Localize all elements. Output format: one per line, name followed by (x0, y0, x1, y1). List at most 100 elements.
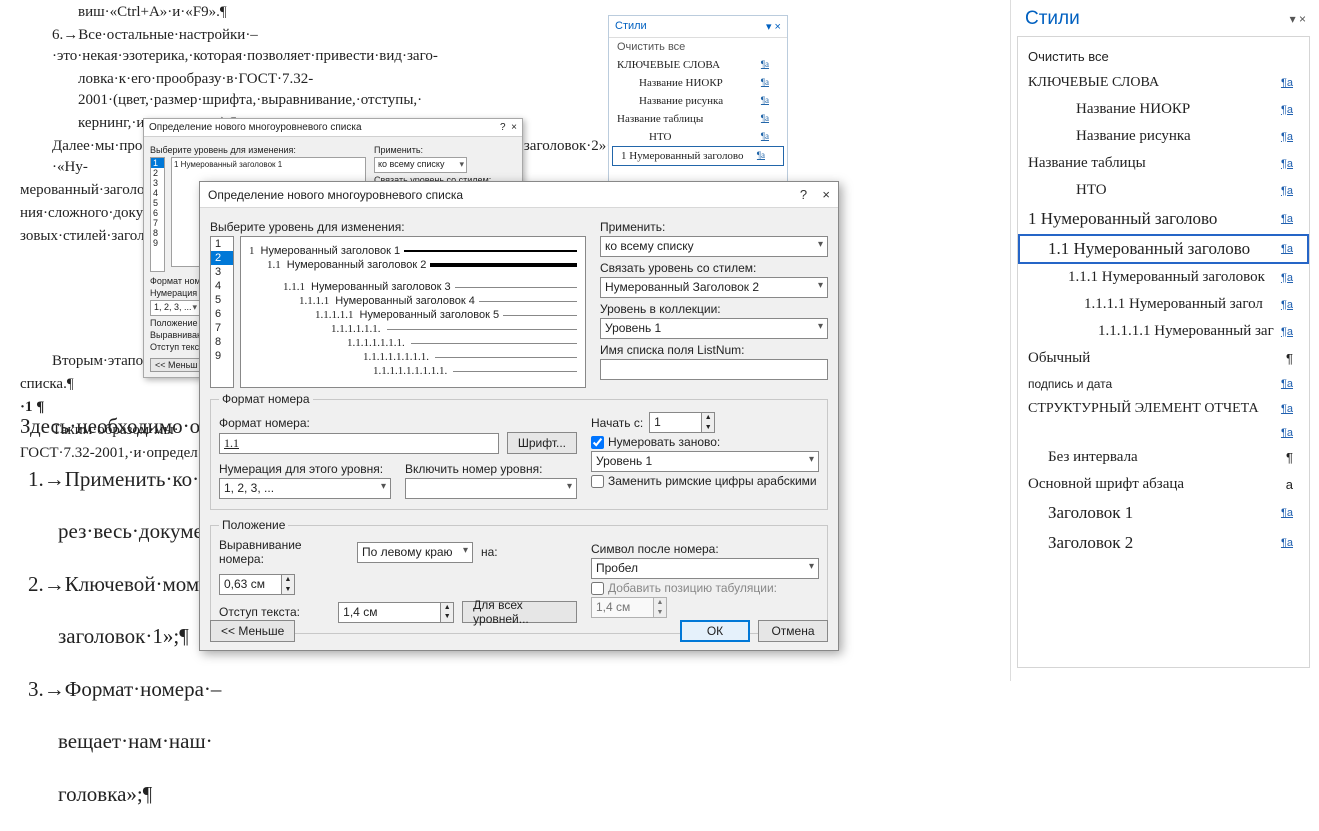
spin-down-icon[interactable]: ▼ (282, 585, 294, 595)
styles-pane-title: Стили (615, 20, 647, 33)
level-label: Выберите уровень для изменения: (210, 220, 586, 234)
link-label: Связать уровень со стилем: (600, 261, 828, 275)
indent-label: Отступ текста: (219, 605, 330, 619)
less-button[interactable]: << Меньше (210, 620, 295, 642)
spin-down-icon[interactable]: ▼ (702, 423, 714, 433)
num-style-label: Нумерация для этого уровня: (219, 462, 391, 476)
doc-line: 2.→Ключевой·момен (28, 569, 221, 601)
style-item[interactable]: Обычный¶ (1018, 345, 1309, 372)
at-spinner[interactable]: 0,63 см▲▼ (219, 574, 295, 595)
close-icon[interactable]: × (511, 122, 517, 133)
align-label: Выравнивание номера: (219, 538, 349, 566)
tab-position-spinner: 1,4 см▲▼ (591, 597, 819, 618)
doc-line: ловка·к·его·прообразу·в·ГОСТ·7.32-2001·(… (78, 69, 540, 111)
num-style-dropdown[interactable]: 1, 2, 3, ... (219, 478, 391, 499)
less-button[interactable]: << Меньш (150, 358, 203, 372)
style-item[interactable]: Название таблицы¶a (609, 110, 787, 128)
style-item[interactable]: 1.1.1.1.1 Нумерованный заг¶a (1018, 318, 1309, 345)
help-icon[interactable]: ? (500, 122, 506, 133)
restart-checkbox[interactable]: Нумеровать заново: (591, 435, 819, 449)
doc-line: заголовок·1»;¶ (58, 621, 221, 653)
style-item[interactable]: Название рисунка¶a (1018, 123, 1309, 150)
spin-up-icon[interactable]: ▲ (702, 413, 714, 423)
start-spinner[interactable]: 1▲▼ (649, 412, 715, 433)
dialog-titlebar[interactable]: Определение нового многоуровневого списк… (200, 182, 838, 208)
spin-down-icon: ▼ (654, 608, 666, 618)
number-format-group: Формат номера Формат номера: 1.1 Шрифт..… (210, 392, 828, 510)
style-item[interactable]: подпись и дата¶a (1018, 372, 1309, 396)
apply-dropdown[interactable]: ко всему списку (600, 236, 828, 257)
ok-button[interactable]: ОК (680, 620, 750, 642)
at-label: на: (481, 545, 498, 559)
apply-dropdown[interactable]: ко всему списку (374, 157, 467, 173)
position-group: Положение Выравнивание номера: По левому… (210, 518, 828, 634)
styles-pane-header: Стили ▾ × (609, 16, 787, 38)
dialog-title: Определение нового многоуровневого списк… (208, 188, 463, 202)
spin-up-icon[interactable]: ▲ (441, 603, 453, 613)
dialog-title: Определение нового многоуровневого списк… (149, 122, 362, 133)
level-list[interactable]: 1 2 3 4 5 6 7 8 9 (210, 236, 234, 388)
styles-task-pane: Стили ▾ × Очистить все КЛЮЧЕВЫЕ СЛОВА¶aН… (1010, 0, 1316, 681)
number-format-legend: Формат номера (219, 392, 313, 406)
clear-all-link[interactable]: Очистить все (609, 38, 787, 56)
styles-pane-controls[interactable]: ▾ × (1290, 12, 1306, 26)
style-item[interactable]: 1.1.1 Нумерованный заголовок¶a (1018, 264, 1309, 291)
style-item[interactable]: ¶a (1018, 422, 1309, 444)
help-icon[interactable]: ? (800, 187, 807, 202)
multilevel-list-dialog: Определение нового многоуровневого списк… (199, 181, 839, 651)
close-icon[interactable]: × (822, 187, 830, 202)
style-item[interactable]: Без интервала¶ (1018, 444, 1309, 471)
doc-line: 3.→Формат·номера·– (28, 674, 221, 706)
style-item[interactable]: 1.1 Нумерованный заголово¶a (1018, 234, 1309, 264)
include-level-dropdown[interactable] (405, 478, 577, 499)
font-button[interactable]: Шрифт... (507, 432, 577, 454)
style-item-selected[interactable]: 1 Нумерованный заголово¶a (612, 146, 784, 166)
tab-position-checkbox[interactable]: Добавить позицию табуляции: (591, 581, 819, 595)
style-item[interactable]: 1.1.1.1 Нумерованный загол¶a (1018, 291, 1309, 318)
style-item[interactable]: Заголовок 1¶a (1018, 498, 1309, 528)
style-item[interactable]: КЛЮЧЕВЫЕ СЛОВА¶a (1018, 70, 1309, 96)
level-list[interactable]: 123456789 (150, 157, 165, 272)
listnum-input[interactable] (600, 359, 828, 380)
after-symbol-label: Символ после номера: (591, 542, 819, 556)
doc-line: вещает·нам·наш· (58, 726, 221, 758)
roman-arabic-checkbox[interactable]: Заменить римские цифры арабскими (591, 474, 819, 488)
style-item[interactable]: СТРУКТУРНЫЙ ЭЛЕМЕНТ ОТЧЕТА¶a (1018, 396, 1309, 422)
style-item[interactable]: Название рисунка¶a (609, 92, 787, 110)
apply-label: Применить: (600, 220, 828, 234)
style-item[interactable]: КЛЮЧЕВЫЕ СЛОВА¶a (609, 56, 787, 74)
link-style-dropdown[interactable]: Нумерованный Заголовок 2 (600, 277, 828, 298)
gallery-level-dropdown[interactable]: Уровень 1 (600, 318, 828, 339)
level-preview: 1Нумерованный заголовок 1 1.1Нумерованны… (240, 236, 586, 388)
restart-level-dropdown[interactable]: Уровень 1 (591, 451, 819, 472)
style-item[interactable]: 1 Нумерованный заголово¶a (1018, 204, 1309, 234)
after-symbol-dropdown[interactable]: Пробел (591, 558, 819, 579)
clear-all-link[interactable]: Очистить все (1018, 43, 1309, 70)
listnum-label: Имя списка поля ListNum: (600, 343, 828, 357)
apply-label: Применить: (374, 145, 491, 155)
align-dropdown[interactable]: По левому краю (357, 542, 473, 563)
doc-body-large: Здесь·необходимо·от 1.→Применить·ко·вс р… (20, 390, 221, 831)
cancel-button[interactable]: Отмена (758, 620, 828, 642)
style-item[interactable]: Основной шрифт абзацаa (1018, 471, 1309, 498)
position-legend: Положение (219, 518, 288, 532)
gallery-label: Уровень в коллекции: (600, 302, 828, 316)
style-item[interactable]: Название НИОКР¶a (1018, 96, 1309, 123)
styles-pane-embedded: Стили ▾ × Очистить все КЛЮЧЕВЫЕ СЛОВА¶a … (608, 15, 788, 185)
style-item[interactable]: Название НИОКР¶a (609, 74, 787, 92)
styles-pane-controls[interactable]: ▾ × (766, 20, 781, 33)
style-item[interactable]: НТО¶a (1018, 177, 1309, 204)
dialog-titlebar: Определение нового многоуровневого списк… (144, 119, 522, 137)
numbering-dropdown[interactable]: 1, 2, 3, ... (150, 300, 200, 316)
include-level-label: Включить номер уровня: (405, 462, 577, 476)
style-item[interactable]: Название таблицы¶a (1018, 150, 1309, 177)
style-item[interactable]: НТО¶a (609, 128, 787, 146)
style-item[interactable]: Заголовок 2¶a (1018, 528, 1309, 558)
start-label: Начать с: (591, 416, 643, 430)
doc-line: головка»;¶ (58, 779, 221, 811)
spin-up-icon[interactable]: ▲ (282, 575, 294, 585)
styles-pane-title: Стили (1025, 8, 1080, 30)
format-input[interactable]: 1.1 (219, 433, 499, 454)
format-label: Формат номера: (219, 416, 577, 430)
doc-line: рез·весь·докумен (58, 516, 221, 548)
